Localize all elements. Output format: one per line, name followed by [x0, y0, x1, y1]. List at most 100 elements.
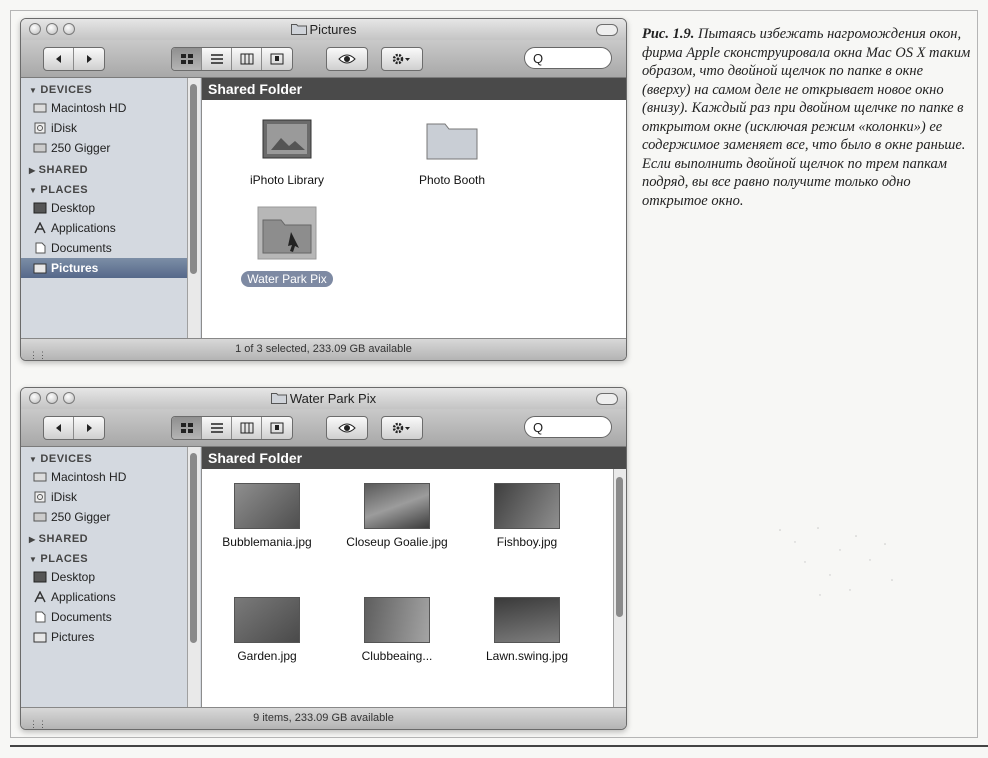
folder-icon — [257, 206, 317, 260]
coverflow-view-button[interactable] — [262, 48, 292, 70]
image-thumbnail — [234, 597, 300, 643]
title-bar[interactable]: Water Park Pix — [21, 388, 626, 409]
sidebar-header-places[interactable]: ▼ PLACES — [21, 178, 187, 198]
sidebar-item-applications[interactable]: Applications — [21, 218, 187, 238]
sidebar-item-macintosh-hd[interactable]: Macintosh HD — [21, 98, 187, 118]
column-view-button[interactable] — [232, 417, 262, 439]
sidebar-header-devices[interactable]: ▼ DEVICES — [21, 78, 187, 98]
icon-view-button[interactable] — [172, 417, 202, 439]
search-field[interactable]: Q — [524, 416, 612, 438]
sidebar-item-desktop[interactable]: Desktop — [21, 198, 187, 218]
sidebar-item-idisk[interactable]: iDisk — [21, 118, 187, 138]
scrollbar-thumb[interactable] — [616, 477, 623, 617]
nav-buttons — [43, 47, 105, 71]
action-menu-button[interactable] — [382, 48, 422, 70]
search-icon: Q — [533, 420, 544, 435]
sidebar-item-documents[interactable]: Documents — [21, 238, 187, 258]
scan-noise — [779, 527, 893, 596]
sidebar-scrollbar[interactable] — [187, 447, 200, 707]
figure-caption: Рис. 1.9. Пытаясь избежать нагромождения… — [642, 25, 972, 210]
title-bar[interactable]: Pictures — [21, 19, 626, 40]
file-item[interactable]: Photo Booth — [397, 116, 507, 187]
quicklook-group — [326, 47, 368, 71]
column-view-button[interactable] — [232, 48, 262, 70]
resize-grip-icon[interactable]: ⋮⋮ — [29, 714, 47, 729]
window-title: Pictures — [21, 22, 626, 37]
sidebar-header-shared[interactable]: ▶ SHARED — [21, 158, 187, 178]
applications-icon — [34, 222, 46, 234]
list-view-icon — [210, 423, 223, 433]
sidebar-item-pictures[interactable]: Pictures — [21, 258, 187, 278]
finder-window-water-park-pix: Water Park Pix Q ▼ DEVICES Macintosh HD i… — [20, 387, 627, 730]
quicklook-button[interactable] — [327, 417, 367, 439]
sidebar-item-applications[interactable]: Applications — [21, 587, 187, 607]
desktop-icon — [33, 202, 47, 214]
sidebar-header-places[interactable]: ▼ PLACES — [21, 547, 187, 567]
icon-view-icon — [180, 423, 193, 433]
gear-icon — [392, 53, 410, 65]
file-name: Water Park Pix — [241, 271, 333, 287]
toolbar-toggle-button[interactable] — [596, 24, 618, 36]
quicklook-group — [326, 416, 368, 440]
list-view-button[interactable] — [202, 417, 232, 439]
search-field[interactable]: Q — [524, 47, 612, 69]
document-icon — [35, 242, 46, 254]
file-item[interactable]: iPhoto Library — [232, 116, 342, 187]
sidebar-item-250-gigger[interactable]: 250 Gigger — [21, 138, 187, 158]
file-item[interactable]: Lawn.swing.jpg — [472, 597, 582, 663]
column-view-icon — [240, 53, 253, 65]
sidebar-scrollbar[interactable] — [187, 78, 200, 338]
sidebar-item-macintosh-hd[interactable]: Macintosh HD — [21, 467, 187, 487]
list-view-button[interactable] — [202, 48, 232, 70]
file-name: Closeup Goalie.jpg — [346, 535, 448, 549]
applications-icon — [34, 591, 46, 603]
file-item[interactable]: Garden.jpg — [212, 597, 322, 663]
icon-view-button[interactable] — [172, 48, 202, 70]
back-button[interactable] — [44, 417, 74, 439]
page-rule — [10, 745, 988, 747]
folder-icon — [270, 393, 287, 404]
sidebar-header-devices[interactable]: ▼ DEVICES — [21, 447, 187, 467]
scrollbar-thumb[interactable] — [190, 453, 197, 643]
view-buttons — [171, 416, 293, 440]
sidebar-item-250-gigger[interactable]: 250 Gigger — [21, 507, 187, 527]
pictures-folder-icon — [33, 263, 47, 274]
forward-button[interactable] — [74, 48, 104, 70]
iphoto-library-icon — [262, 119, 312, 159]
content-scrollbar[interactable] — [613, 469, 626, 707]
scrollbar-thumb[interactable] — [190, 84, 197, 274]
sidebar-item-pictures[interactable]: Pictures — [21, 627, 187, 647]
back-button[interactable] — [44, 48, 74, 70]
window-title: Water Park Pix — [21, 391, 626, 406]
caption-text: Пытаясь избежать нагромождения окон, фир… — [642, 26, 971, 209]
file-item[interactable]: Clubbeaing... — [342, 597, 452, 663]
sidebar-header-shared[interactable]: ▶ SHARED — [21, 527, 187, 547]
file-item-selected[interactable]: Water Park Pix — [232, 206, 342, 288]
idisk-icon — [34, 122, 46, 134]
back-arrow-icon — [55, 55, 61, 63]
hard-drive-icon — [33, 472, 47, 482]
sidebar-item-desktop[interactable]: Desktop — [21, 567, 187, 587]
external-drive-icon — [33, 143, 47, 153]
sidebar: ▼ DEVICES Macintosh HD iDisk 250 Gigger ▶… — [21, 78, 202, 338]
file-item[interactable]: Fishboy.jpg — [472, 483, 582, 549]
resize-grip-icon[interactable]: ⋮⋮ — [29, 345, 47, 360]
forward-button[interactable] — [74, 417, 104, 439]
action-group — [381, 47, 423, 71]
eye-icon — [338, 54, 356, 64]
disclosure-open-icon: ▼ — [29, 86, 38, 95]
file-item[interactable]: Closeup Goalie.jpg — [342, 483, 452, 549]
sidebar-item-documents[interactable]: Documents — [21, 607, 187, 627]
toolbar-toggle-button[interactable] — [596, 393, 618, 405]
action-menu-button[interactable] — [382, 417, 422, 439]
disclosure-open-icon: ▼ — [29, 555, 38, 564]
pictures-folder-icon — [33, 632, 47, 643]
quicklook-button[interactable] — [327, 48, 367, 70]
sidebar-item-idisk[interactable]: iDisk — [21, 487, 187, 507]
file-item[interactable]: Bubblemania.jpg — [212, 483, 322, 549]
search-icon: Q — [533, 51, 544, 66]
file-name: Lawn.swing.jpg — [485, 649, 569, 663]
figure-label: Рис. 1.9. — [642, 26, 695, 42]
coverflow-view-icon — [270, 422, 284, 434]
coverflow-view-button[interactable] — [262, 417, 292, 439]
